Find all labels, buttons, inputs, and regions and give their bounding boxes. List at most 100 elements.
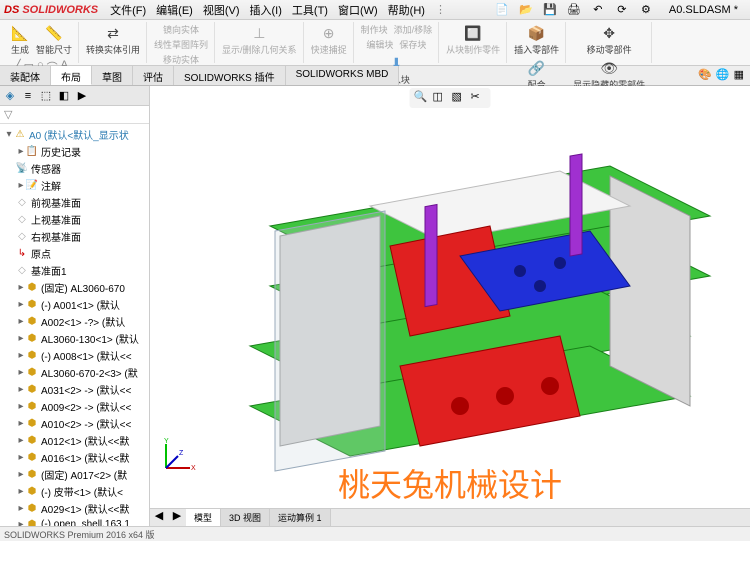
tree-part-item[interactable]: ▸⬢A009<2> -> (默认<<: [2, 398, 147, 415]
menu-view[interactable]: 视图(V): [199, 0, 244, 20]
tree-plane1[interactable]: ◇基准面1: [2, 262, 147, 279]
tree-right-plane[interactable]: ◇右视基准面: [2, 228, 147, 245]
feature-tree[interactable]: ▾⚠A0 (默认<默认_显示状 ▸📋历史记录 📡传感器 ▸📝注解 ◇前视基准面 …: [0, 124, 149, 526]
tree-part-item[interactable]: ▸⬢(固定) AL3060-670: [2, 279, 147, 296]
graphics-viewport[interactable]: 🔍 ◫ ▧ ✂: [150, 86, 750, 526]
part-icon: ⬢: [26, 418, 38, 430]
tree-part-item[interactable]: ▸⬢AL3060-130<1> (默认: [2, 330, 147, 347]
svg-text:Y: Y: [164, 438, 169, 445]
tree-part-item[interactable]: ▸⬢A029<1> (默认<<默: [2, 500, 147, 517]
hu-display-icon[interactable]: ▧: [452, 90, 468, 106]
tree-part-item[interactable]: ▸⬢A012<1> (默认<<默: [2, 432, 147, 449]
tree-part-item[interactable]: ▸⬢(-) open_shell.163.1: [2, 517, 147, 526]
menu-overflow-icon[interactable]: ⋮: [435, 3, 446, 16]
tree-forward-icon[interactable]: ▶: [74, 88, 90, 104]
part-icon: ⬢: [26, 299, 38, 311]
rib-convert-button[interactable]: ⇄转换实体引用: [84, 22, 142, 57]
menu-help[interactable]: 帮助(H): [384, 0, 429, 20]
tree-part-item[interactable]: ▸⬢A031<2> -> (默认<<: [2, 381, 147, 398]
tree-root[interactable]: ▾⚠A0 (默认<默认_显示状: [2, 126, 147, 143]
rib-create-button[interactable]: 📐生成: [8, 22, 32, 57]
menu-file[interactable]: 文件(F): [106, 0, 150, 20]
hu-zoom-icon[interactable]: 🔍: [414, 90, 430, 106]
rib-movecomp-button[interactable]: ✥移动零部件: [585, 22, 634, 57]
ribbon: 📐生成 📏智能尺寸 ╱ ▭ ○ ⌒ A ⇄转换实体引用 镜向实体 线性草图阵列 …: [0, 20, 750, 66]
rib-move-button: 移动实体: [161, 52, 201, 67]
filter-icon[interactable]: ▽: [4, 108, 12, 121]
tree-tab-config-icon[interactable]: ⬚: [38, 88, 54, 104]
title-bar: DS SOLIDWORKS 文件(F) 编辑(E) 视图(V) 插入(I) 工具…: [0, 0, 750, 20]
tree-part-item[interactable]: ▸⬢(固定) A017<2> (默: [2, 466, 147, 483]
rib-makeblock-button: 制作块: [359, 22, 390, 37]
tree-item-label: A009<2> -> (默认<<: [41, 399, 131, 414]
menu-window[interactable]: 窗口(W): [334, 0, 382, 20]
part-icon: ⬢: [26, 503, 38, 515]
part-icon: ⬢: [26, 333, 38, 345]
tree-history[interactable]: ▸📋历史记录: [2, 143, 147, 160]
vp-appearance-icon[interactable]: 🎨: [698, 68, 712, 83]
tree-tab-display-icon[interactable]: ◧: [56, 88, 72, 104]
tree-item-label: (固定) AL3060-670: [41, 280, 125, 295]
tab-addins[interactable]: SOLIDWORKS 插件: [174, 66, 286, 85]
qat-open-icon[interactable]: 📂: [517, 1, 535, 19]
vp-scene-icon[interactable]: 🌐: [716, 68, 730, 83]
vp-tab-model[interactable]: 模型: [186, 509, 221, 526]
viewport-tabs: ◀ ▶ 模型 3D 视图 运动算例 1: [150, 508, 750, 526]
qat-save-icon[interactable]: 💾: [541, 1, 559, 19]
solidworks-logo: DS SOLIDWORKS: [4, 4, 98, 16]
qat-print-icon[interactable]: 🖨: [565, 1, 583, 19]
rib-mirror-button: 镜向实体: [161, 22, 201, 37]
svg-text:X: X: [191, 465, 196, 472]
tree-item-label: A029<1> (默认<<默: [41, 501, 129, 516]
heads-up-toolbar: 🔍 ◫ ▧ ✂: [410, 88, 491, 108]
tree-part-item[interactable]: ▸⬢A016<1> (默认<<默: [2, 449, 147, 466]
vp-tab-next-icon[interactable]: ▶: [168, 509, 186, 526]
qat-new-icon[interactable]: 📄: [493, 1, 511, 19]
tab-layout[interactable]: 布局: [51, 66, 92, 85]
tree-front-plane[interactable]: ◇前视基准面: [2, 194, 147, 211]
tree-part-item[interactable]: ▸⬢AL3060-670-2<3> (默: [2, 364, 147, 381]
part-icon: ⬢: [26, 384, 38, 396]
tree-part-item[interactable]: ▸⬢A010<2> -> (默认<<: [2, 415, 147, 432]
tree-item-label: AL3060-130<1> (默认: [41, 331, 139, 346]
tree-tab-feature-icon[interactable]: ◈: [2, 88, 18, 104]
part-icon: ⬢: [26, 486, 38, 498]
tree-tab-property-icon[interactable]: ≡: [20, 88, 36, 104]
qat-rebuild-icon[interactable]: ⟳: [613, 1, 631, 19]
tree-part-item[interactable]: ▸⬢(-) A001<1> (默认: [2, 296, 147, 313]
tree-annotations[interactable]: ▸📝注解: [2, 177, 147, 194]
vp-display-icon[interactable]: ▦: [734, 68, 744, 83]
tab-assembly[interactable]: 装配体: [0, 66, 51, 85]
hu-view-icon[interactable]: ◫: [433, 90, 449, 106]
vp-tab-prev-icon[interactable]: ◀: [150, 509, 168, 526]
qat-options-icon[interactable]: ⚙: [637, 1, 655, 19]
hu-section-icon[interactable]: ✂: [471, 90, 487, 106]
tree-origin[interactable]: ↳原点: [2, 245, 147, 262]
tree-top-plane[interactable]: ◇上视基准面: [2, 211, 147, 228]
qat-undo-icon[interactable]: ↶: [589, 1, 607, 19]
part-icon: ⬢: [26, 518, 38, 526]
tab-evaluate[interactable]: 评估: [133, 66, 174, 85]
rib-smartdim-button[interactable]: 📏智能尺寸: [34, 22, 74, 57]
rib-frompart-button: 🔲从块制作零件: [444, 22, 502, 57]
tree-part-item[interactable]: ▸⬢(-) 皮带<1> (默认<: [2, 483, 147, 500]
rib-pattern-button: 线性草图阵列: [152, 37, 210, 52]
rib-snap-button: ⊕快速捕捉: [309, 22, 349, 57]
tree-item-label: (-) 皮带<1> (默认<: [41, 484, 123, 499]
view-triad[interactable]: Y X Z: [158, 436, 198, 476]
vp-tab-3dview[interactable]: 3D 视图: [221, 509, 270, 526]
rib-editblock-button: 编辑块: [364, 37, 395, 52]
vp-tab-motion[interactable]: 运动算例 1: [270, 509, 331, 526]
tree-item-label: (固定) A017<2> (默: [41, 467, 127, 482]
tree-sensors[interactable]: 📡传感器: [2, 160, 147, 177]
menu-tools[interactable]: 工具(T): [288, 0, 332, 20]
part-icon: ⬢: [26, 282, 38, 294]
menu-edit[interactable]: 编辑(E): [152, 0, 197, 20]
rib-insertcomp-button[interactable]: 📦插入零部件: [512, 22, 561, 57]
tree-part-item[interactable]: ▸⬢A002<1> -?> (默认: [2, 313, 147, 330]
tree-part-item[interactable]: ▸⬢(-) A008<1> (默认<<: [2, 347, 147, 364]
part-icon: ⬢: [26, 469, 38, 481]
tab-sketch[interactable]: 草图: [92, 66, 133, 85]
menu-insert[interactable]: 插入(I): [246, 0, 286, 20]
tab-mbd[interactable]: SOLIDWORKS MBD: [286, 66, 400, 85]
